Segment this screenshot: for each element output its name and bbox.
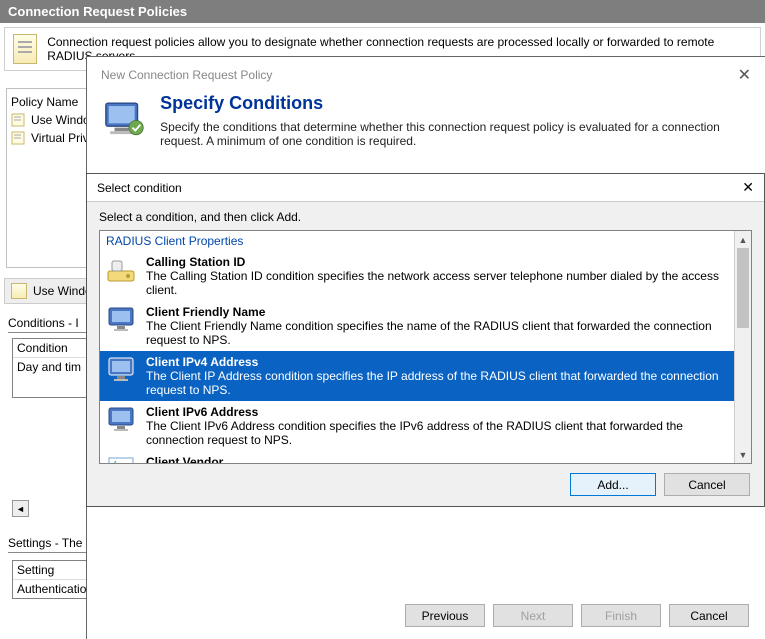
condition-item-title: Calling Station ID	[146, 255, 728, 269]
scroll-down-icon[interactable]: ▼	[735, 446, 751, 463]
condition-item-title: Client IPv4 Address	[146, 355, 728, 369]
add-button[interactable]: Add...	[570, 473, 656, 496]
document-icon	[13, 34, 37, 64]
previous-button[interactable]: Previous	[405, 604, 485, 627]
policy-item[interactable]: Virtual Privat	[11, 129, 91, 147]
selected-policy-label: Use Windo	[33, 284, 92, 298]
wizard-title: New Connection Request Policy	[101, 68, 272, 82]
condition-group-header: RADIUS Client Properties	[100, 231, 751, 251]
close-icon[interactable]: ✕	[738, 65, 751, 85]
condition-item[interactable]: Client IPv6 AddressThe Client IPv6 Addre…	[100, 401, 734, 451]
settings-row: Authenticatio	[13, 580, 91, 598]
vertical-scrollbar[interactable]: ▲ ▼	[734, 231, 751, 463]
policy-item[interactable]: Use Window	[11, 111, 91, 129]
cancel-button[interactable]: Cancel	[664, 473, 750, 496]
close-icon[interactable]: ✕	[742, 179, 754, 196]
condition-item-desc: The Client IP Address condition specifie…	[146, 369, 719, 397]
document-icon	[11, 283, 27, 299]
settings-column-header: Setting	[13, 561, 91, 580]
condition-item-desc: The Client IPv6 Address condition specif…	[146, 419, 683, 447]
dialog-title: Select condition	[97, 181, 182, 195]
phone-icon	[106, 255, 138, 297]
monitor-icon	[106, 305, 138, 347]
next-button: Next	[493, 604, 573, 627]
scroll-left-icon[interactable]: ◄	[12, 500, 29, 517]
settings-section-label: Settings - The	[8, 536, 82, 550]
condition-item[interactable]: Calling Station IDThe Calling Station ID…	[100, 251, 734, 301]
window-title: Connection Request Policies	[0, 0, 765, 23]
monitor-icon	[106, 355, 138, 397]
settings-table: Setting Authenticatio	[12, 560, 92, 599]
condition-item-title: Client IPv6 Address	[146, 405, 728, 419]
condition-item[interactable]: Client Friendly NameThe Client Friendly …	[100, 301, 734, 351]
monitor-icon	[106, 405, 138, 447]
policy-item-label: Use Window	[31, 113, 91, 127]
conditions-section-label: Conditions - I	[8, 316, 79, 330]
monitor-icon	[103, 93, 146, 145]
dialog-instruction: Select a condition, and then click Add.	[87, 202, 764, 230]
finish-button: Finish	[581, 604, 661, 627]
condition-item[interactable]: Client IPv4 AddressThe Client IP Address…	[100, 351, 734, 401]
scroll-up-icon[interactable]: ▲	[735, 231, 751, 248]
horizontal-scrollbar[interactable]: ◄	[12, 500, 82, 517]
list-icon	[106, 455, 138, 463]
condition-item-title: Client Friendly Name	[146, 305, 728, 319]
scrollbar-thumb[interactable]	[737, 248, 749, 328]
condition-item[interactable]: Client VendorThe Client Vendor Condition…	[100, 451, 734, 463]
condition-item-title: Client Vendor	[146, 455, 728, 463]
conditions-column-header: Condition	[13, 339, 91, 358]
cancel-button[interactable]: Cancel	[669, 604, 749, 627]
conditions-row: Day and tim	[13, 358, 91, 376]
condition-item-desc: The Client Friendly Name condition speci…	[146, 319, 712, 347]
condition-item-desc: The Calling Station ID condition specifi…	[146, 269, 719, 297]
wizard-heading: Specify Conditions	[160, 93, 749, 114]
policy-item-label: Virtual Privat	[31, 131, 91, 145]
policy-list-panel: Policy Name Use Window Virtual Privat	[6, 88, 96, 268]
conditions-table: Condition Day and tim	[12, 338, 92, 398]
select-condition-dialog: Select condition ✕ Select a condition, a…	[86, 173, 765, 507]
policy-header: Policy Name	[11, 93, 91, 111]
wizard-description: Specify the conditions that determine wh…	[160, 120, 749, 148]
condition-listbox[interactable]: RADIUS Client Properties Calling Station…	[99, 230, 752, 464]
